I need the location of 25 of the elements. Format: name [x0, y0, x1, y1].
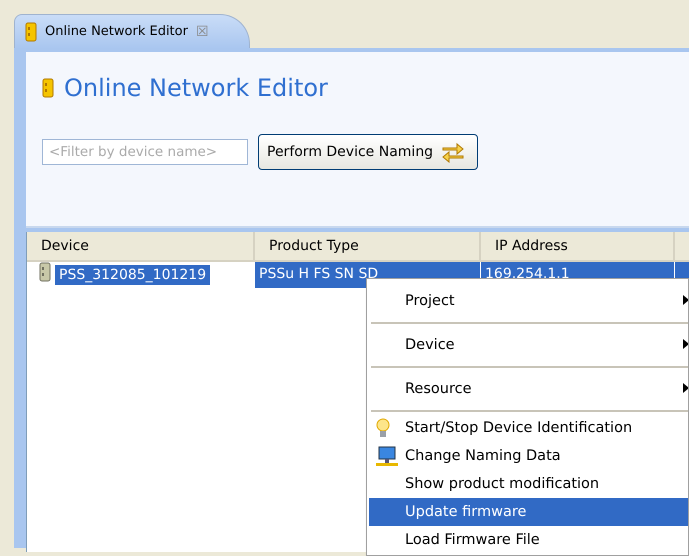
- submenu-arrow-icon: [683, 339, 688, 349]
- menu-item[interactable]: Show product modification: [369, 470, 688, 498]
- column-header[interactable]: IP Address: [481, 232, 675, 260]
- editor-tab[interactable]: Online Network Editor ☒: [14, 14, 250, 48]
- menu-item[interactable]: Device: [369, 326, 688, 364]
- menu-item[interactable]: Load Firmware File: [369, 526, 688, 554]
- light-bulb-icon: [375, 418, 391, 440]
- menu-item[interactable]: Start/Stop Device Identification: [369, 414, 688, 442]
- swap-arrows-icon: [441, 141, 466, 163]
- computer-network-icon: [375, 446, 399, 468]
- filter-field[interactable]: <Filter by device name>: [42, 139, 248, 165]
- menu-item[interactable]: Update firmware: [369, 498, 688, 526]
- menu-item[interactable]: Change Naming Data: [369, 442, 688, 470]
- device-naming-button[interactable]: Perform Device Naming: [258, 134, 478, 170]
- device-icon: [39, 262, 51, 282]
- column-header[interactable]: Product Type: [255, 232, 481, 260]
- device-cell[interactable]: PSS_312085_101219: [55, 265, 210, 285]
- device-icon: [42, 78, 54, 98]
- submenu-arrow-icon: [683, 383, 688, 393]
- menu-item[interactable]: Resource: [369, 370, 688, 408]
- tab-title: Online Network Editor: [45, 24, 188, 39]
- editor-title: Online Network Editor: [64, 74, 328, 102]
- device-icon: [25, 22, 37, 42]
- submenu-arrow-icon: [683, 295, 688, 305]
- column-header[interactable]: Device: [27, 232, 255, 260]
